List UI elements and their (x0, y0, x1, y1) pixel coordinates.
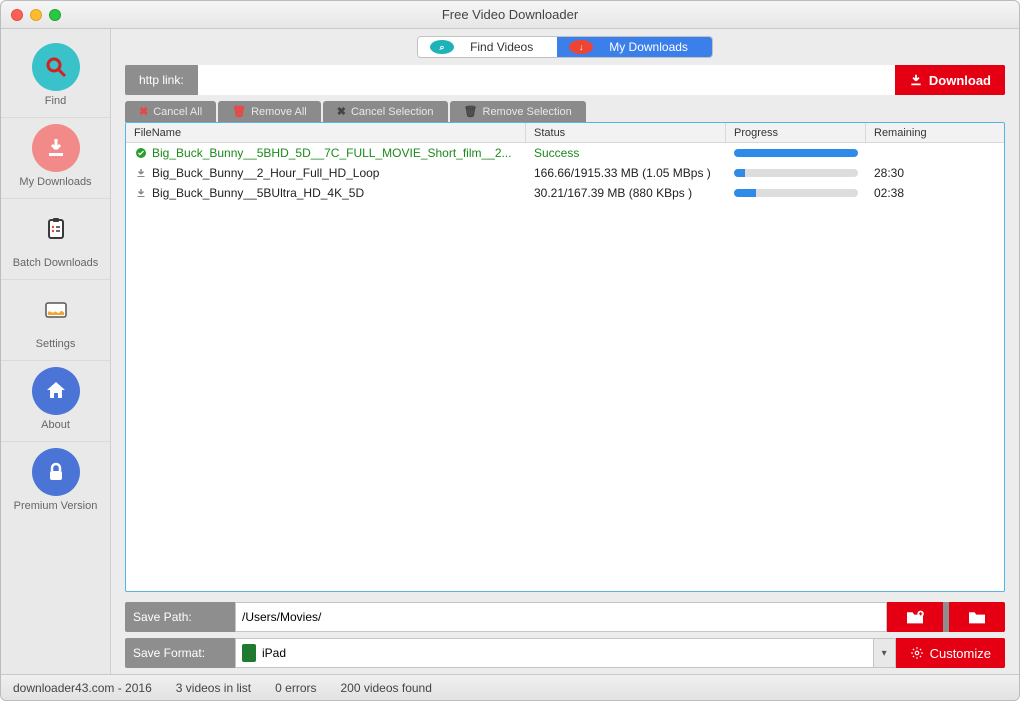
remove-all-button[interactable]: 🗑Remove All (218, 101, 321, 122)
save-format-select[interactable]: iPad ▾ (235, 638, 896, 668)
table-header: FileName Status Progress Remaining (126, 123, 1004, 143)
cancel-selection-button[interactable]: ✖Cancel Selection (323, 101, 448, 122)
download-icon (134, 166, 148, 180)
titlebar: Free Video Downloader (1, 1, 1019, 29)
table-row[interactable]: Big_Buck_Bunny__5BUltra_HD_4K_5D 30.21/16… (126, 183, 1004, 203)
app-window: Free Video Downloader Find My Downloads … (0, 0, 1020, 701)
device-icon (242, 644, 256, 662)
bottom-panel: Save Path: Save Format: iPad ▾ (125, 602, 1005, 674)
clipboard-icon (32, 205, 80, 253)
file-name: Big_Buck_Bunny__5BHD_5D__7C_FULL_MOVIE_S… (152, 146, 512, 160)
url-input[interactable] (198, 65, 895, 95)
cancel-icon: ✖ (139, 105, 148, 118)
sidebar-item-label: About (41, 419, 70, 431)
home-icon (32, 367, 80, 415)
sidebar: Find My Downloads Batch Downloads Settin… (1, 29, 111, 674)
sidebar-item-batch[interactable]: Batch Downloads (1, 199, 110, 280)
settings-icon (32, 286, 80, 334)
file-name: Big_Buck_Bunny__2_Hour_Full_HD_Loop (152, 166, 379, 180)
progress-bar (734, 149, 858, 157)
col-filename[interactable]: FileName (126, 123, 526, 142)
file-name: Big_Buck_Bunny__5BUltra_HD_4K_5D (152, 186, 364, 200)
table-row[interactable]: Big_Buck_Bunny__5BHD_5D__7C_FULL_MOVIE_S… (126, 143, 1004, 163)
url-label: http link: (125, 65, 198, 95)
status-text: 30.21/167.39 MB (880 KBps ) (526, 186, 726, 200)
cancel-all-button[interactable]: ✖Cancel All (125, 101, 216, 122)
status-text: 166.66/1915.33 MB (1.05 MBps ) (526, 166, 726, 180)
save-path-input[interactable] (235, 602, 887, 632)
gear-icon (910, 646, 924, 660)
zoom-window-button[interactable] (49, 9, 61, 21)
sidebar-item-settings[interactable]: Settings (1, 280, 110, 361)
action-row: ✖Cancel All 🗑Remove All ✖Cancel Selectio… (125, 101, 1005, 122)
table-row[interactable]: Big_Buck_Bunny__2_Hour_Full_HD_Loop 166.6… (126, 163, 1004, 183)
sidebar-item-label: Settings (36, 338, 76, 350)
save-format-label: Save Format: (125, 638, 235, 668)
add-folder-button[interactable] (887, 602, 943, 632)
sidebar-item-downloads[interactable]: My Downloads (1, 118, 110, 199)
status-found: 200 videos found (340, 681, 431, 695)
progress-cell (726, 169, 866, 177)
sidebar-item-find[interactable]: Find (1, 37, 110, 118)
remaining-text: 02:38 (866, 186, 976, 200)
sidebar-item-label: My Downloads (19, 176, 91, 188)
download-button[interactable]: Download (895, 65, 1005, 95)
status-site: downloader43.com - 2016 (13, 681, 152, 695)
sidebar-item-premium[interactable]: Premium Version (1, 442, 110, 522)
progress-bar (734, 189, 858, 197)
progress-cell (726, 149, 866, 157)
col-remaining[interactable]: Remaining (866, 123, 976, 142)
sidebar-item-label: Batch Downloads (13, 257, 99, 269)
col-progress[interactable]: Progress (726, 123, 866, 142)
main-panel: ⌕Find Videos ↓My Downloads http link: Do… (111, 29, 1019, 674)
window-title: Free Video Downloader (1, 7, 1019, 22)
mode-segmented-control: ⌕Find Videos ↓My Downloads (417, 36, 713, 58)
save-path-label: Save Path: (125, 602, 235, 632)
download-arrow-icon (909, 73, 923, 87)
download-icon (134, 186, 148, 200)
trash-icon: 🗑 (464, 105, 478, 118)
check-icon (134, 146, 148, 160)
lock-icon (32, 448, 80, 496)
status-bar: downloader43.com - 2016 3 videos in list… (1, 674, 1019, 700)
save-path-row: Save Path: (125, 602, 1005, 632)
chevron-down-icon: ▾ (873, 639, 895, 667)
table-body: Big_Buck_Bunny__5BHD_5D__7C_FULL_MOVIE_S… (126, 143, 1004, 591)
minimize-window-button[interactable] (30, 9, 42, 21)
customize-button[interactable]: Customize (896, 638, 1005, 668)
downloads-table: FileName Status Progress Remaining Big_B… (125, 122, 1005, 592)
save-format-value: iPad (262, 646, 286, 660)
status-videos: 3 videos in list (176, 681, 251, 695)
download-icon (32, 124, 80, 172)
remove-selection-button[interactable]: 🗑Remove Selection (450, 101, 586, 122)
sidebar-item-label: Find (45, 95, 66, 107)
tab-find-videos[interactable]: ⌕Find Videos (418, 37, 557, 57)
url-bar: http link: Download (125, 65, 1005, 95)
tab-my-downloads[interactable]: ↓My Downloads (557, 37, 712, 57)
status-errors: 0 errors (275, 681, 316, 695)
progress-cell (726, 189, 866, 197)
sidebar-item-about[interactable]: About (1, 361, 110, 442)
open-folder-button[interactable] (949, 602, 1005, 632)
remaining-text: 28:30 (866, 166, 976, 180)
cancel-icon: ✖ (337, 105, 346, 118)
downloads-badge-icon: ↓ (569, 40, 593, 54)
close-window-button[interactable] (11, 9, 23, 21)
col-status[interactable]: Status (526, 123, 726, 142)
status-text: Success (526, 146, 726, 160)
folder-icon (967, 609, 987, 625)
search-icon (32, 43, 80, 91)
progress-bar (734, 169, 858, 177)
save-format-row: Save Format: iPad ▾ Customize (125, 638, 1005, 668)
sidebar-item-label: Premium Version (14, 500, 98, 512)
folder-plus-icon (905, 609, 925, 625)
trash-icon: 🗑 (232, 105, 246, 118)
find-badge-icon: ⌕ (430, 40, 454, 54)
